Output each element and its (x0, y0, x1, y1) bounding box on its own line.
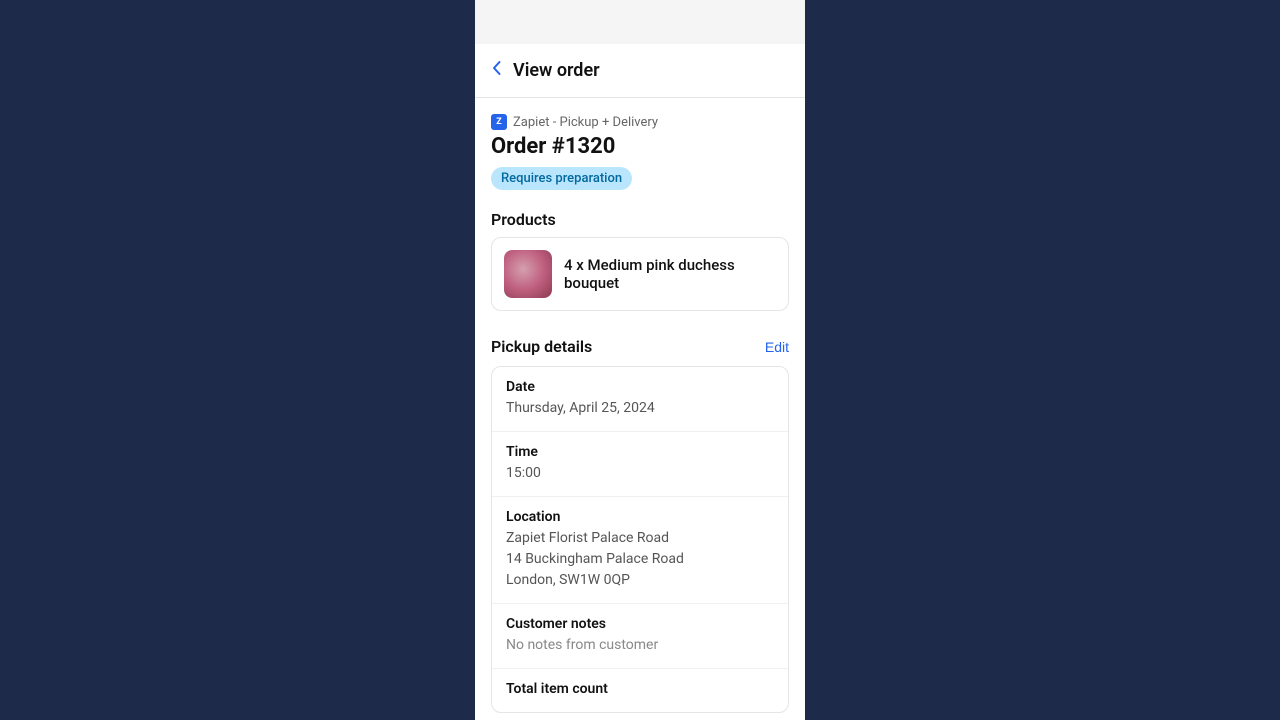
date-value: Thursday, April 25, 2024 (506, 398, 774, 419)
page-title: View order (513, 60, 600, 81)
status-bar (475, 0, 805, 44)
products-section-title: Products (475, 198, 805, 237)
pickup-section-title: Pickup details (491, 337, 592, 356)
order-header: Z Zapiet - Pickup + Delivery Order #1320… (475, 98, 805, 198)
source-icon: Z (491, 114, 507, 130)
customer-notes-label: Customer notes (506, 616, 774, 632)
nav-header: View order (475, 44, 805, 98)
product-image (504, 250, 552, 298)
product-image-visual (504, 250, 552, 298)
source-label: Z Zapiet - Pickup + Delivery (491, 114, 789, 130)
main-content: Z Zapiet - Pickup + Delivery Order #1320… (475, 98, 805, 720)
edit-button[interactable]: Edit (765, 339, 789, 355)
order-number: Order #1320 (491, 134, 789, 159)
pickup-detail-card: Date Thursday, April 25, 2024 Time 15:00… (491, 366, 789, 713)
time-row: Time 15:00 (492, 432, 788, 497)
source-name: Zapiet - Pickup + Delivery (513, 115, 658, 130)
product-card: 4 x Medium pink duchess bouquet (491, 237, 789, 311)
location-value: Zapiet Florist Palace Road 14 Buckingham… (506, 528, 774, 591)
time-label: Time (506, 444, 774, 460)
pickup-header: Pickup details Edit (475, 323, 805, 366)
total-item-count-label: Total item count (506, 681, 774, 697)
date-label: Date (506, 379, 774, 395)
back-button[interactable]: View order (487, 58, 600, 83)
location-label: Location (506, 509, 774, 525)
time-value: 15:00 (506, 463, 774, 484)
date-row: Date Thursday, April 25, 2024 (492, 367, 788, 432)
total-item-count-row: Total item count (492, 669, 788, 712)
customer-notes-row: Customer notes No notes from customer (492, 604, 788, 669)
phone-container: View order Z Zapiet - Pickup + Delivery … (475, 0, 805, 720)
location-row: Location Zapiet Florist Palace Road 14 B… (492, 497, 788, 604)
status-badge: Requires preparation (491, 167, 632, 190)
product-name: 4 x Medium pink duchess bouquet (564, 256, 776, 292)
customer-notes-value: No notes from customer (506, 635, 774, 656)
back-arrow-icon (487, 58, 507, 83)
